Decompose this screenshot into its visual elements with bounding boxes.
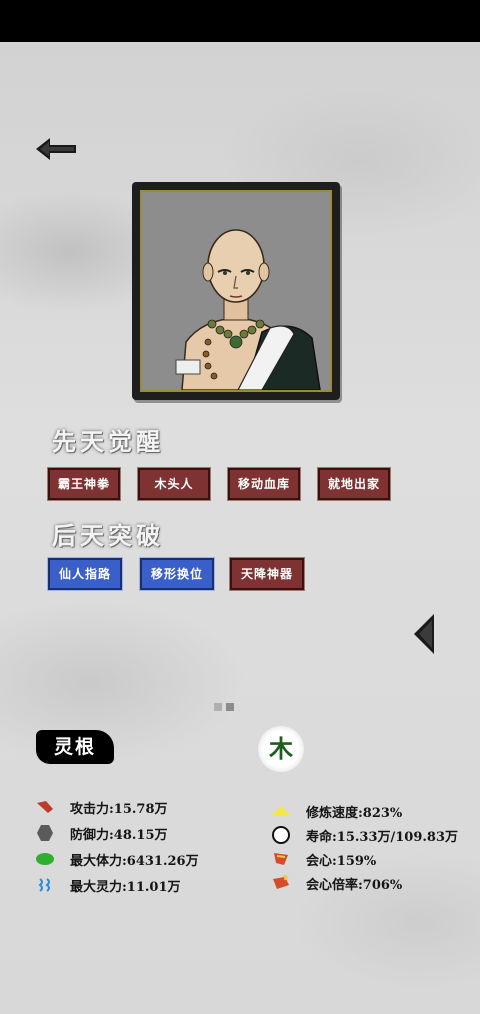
cultivation-speed-icon xyxy=(270,800,292,822)
lifespan-icon xyxy=(270,824,292,846)
chevron-left-icon xyxy=(414,614,434,654)
attack-value: 攻击力:15.78万 xyxy=(70,801,168,817)
innate-awakening-title: 先天觉醒 xyxy=(52,427,164,456)
defense-icon xyxy=(34,822,56,844)
back-button[interactable] xyxy=(36,134,78,164)
attack-icon xyxy=(34,796,56,818)
innate-tag-3[interactable]: 移动血库 xyxy=(227,467,301,501)
spirit-icon xyxy=(34,874,56,896)
defense-value: 防御力:48.15万 xyxy=(70,827,168,843)
acquired-breakthrough-title: 后天突破 xyxy=(52,521,164,550)
acquired-tag-3[interactable]: 天降神器 xyxy=(229,557,305,591)
page-dot-1[interactable] xyxy=(214,703,222,711)
crit-multiplier-icon xyxy=(270,872,292,894)
crit-value: 会心:159% xyxy=(306,853,377,869)
max-hp-value: 最大体力:6431.26万 xyxy=(70,853,199,869)
stat-max-spirit: 最大灵力:11.01万 xyxy=(34,874,181,896)
spirit-root-label: 灵根 xyxy=(36,730,114,764)
crit-icon xyxy=(270,848,292,870)
hp-icon xyxy=(34,848,56,870)
stat-defense: 防御力:48.15万 xyxy=(34,822,168,844)
acquired-tag-2[interactable]: 移形换位 xyxy=(139,557,215,591)
innate-tag-2[interactable]: 木头人 xyxy=(137,467,211,501)
character-portrait xyxy=(140,190,332,392)
stat-cultivation-speed: 修炼速度:823% xyxy=(270,800,402,822)
crit-multiplier-value: 会心倍率:706% xyxy=(306,877,403,893)
stat-lifespan: 寿命:15.33万/109.83万 xyxy=(270,824,458,846)
page-indicator xyxy=(214,696,238,715)
acquired-tag-1[interactable]: 仙人指路 xyxy=(47,557,123,591)
innate-tag-4[interactable]: 就地出家 xyxy=(317,467,391,501)
stat-crit: 会心:159% xyxy=(270,848,376,870)
stat-attack: 攻击力:15.78万 xyxy=(34,796,168,818)
status-bar xyxy=(0,0,480,42)
stat-crit-multiplier: 会心倍率:706% xyxy=(270,872,402,894)
innate-tag-1[interactable]: 霸王神拳 xyxy=(47,467,121,501)
next-page-button[interactable] xyxy=(412,612,436,656)
stat-max-hp: 最大体力:6431.26万 xyxy=(34,848,199,870)
lifespan-value: 寿命:15.33万/109.83万 xyxy=(306,829,459,845)
cultivation-speed-value: 修炼速度:823% xyxy=(306,805,403,821)
page-dot-2[interactable] xyxy=(226,703,234,711)
wood-element-badge: 木 xyxy=(258,726,304,772)
max-spirit-value: 最大灵力:11.01万 xyxy=(70,879,181,895)
character-portrait-frame xyxy=(132,182,340,400)
monk-character-image xyxy=(175,229,321,390)
back-arrow-icon xyxy=(36,138,76,160)
